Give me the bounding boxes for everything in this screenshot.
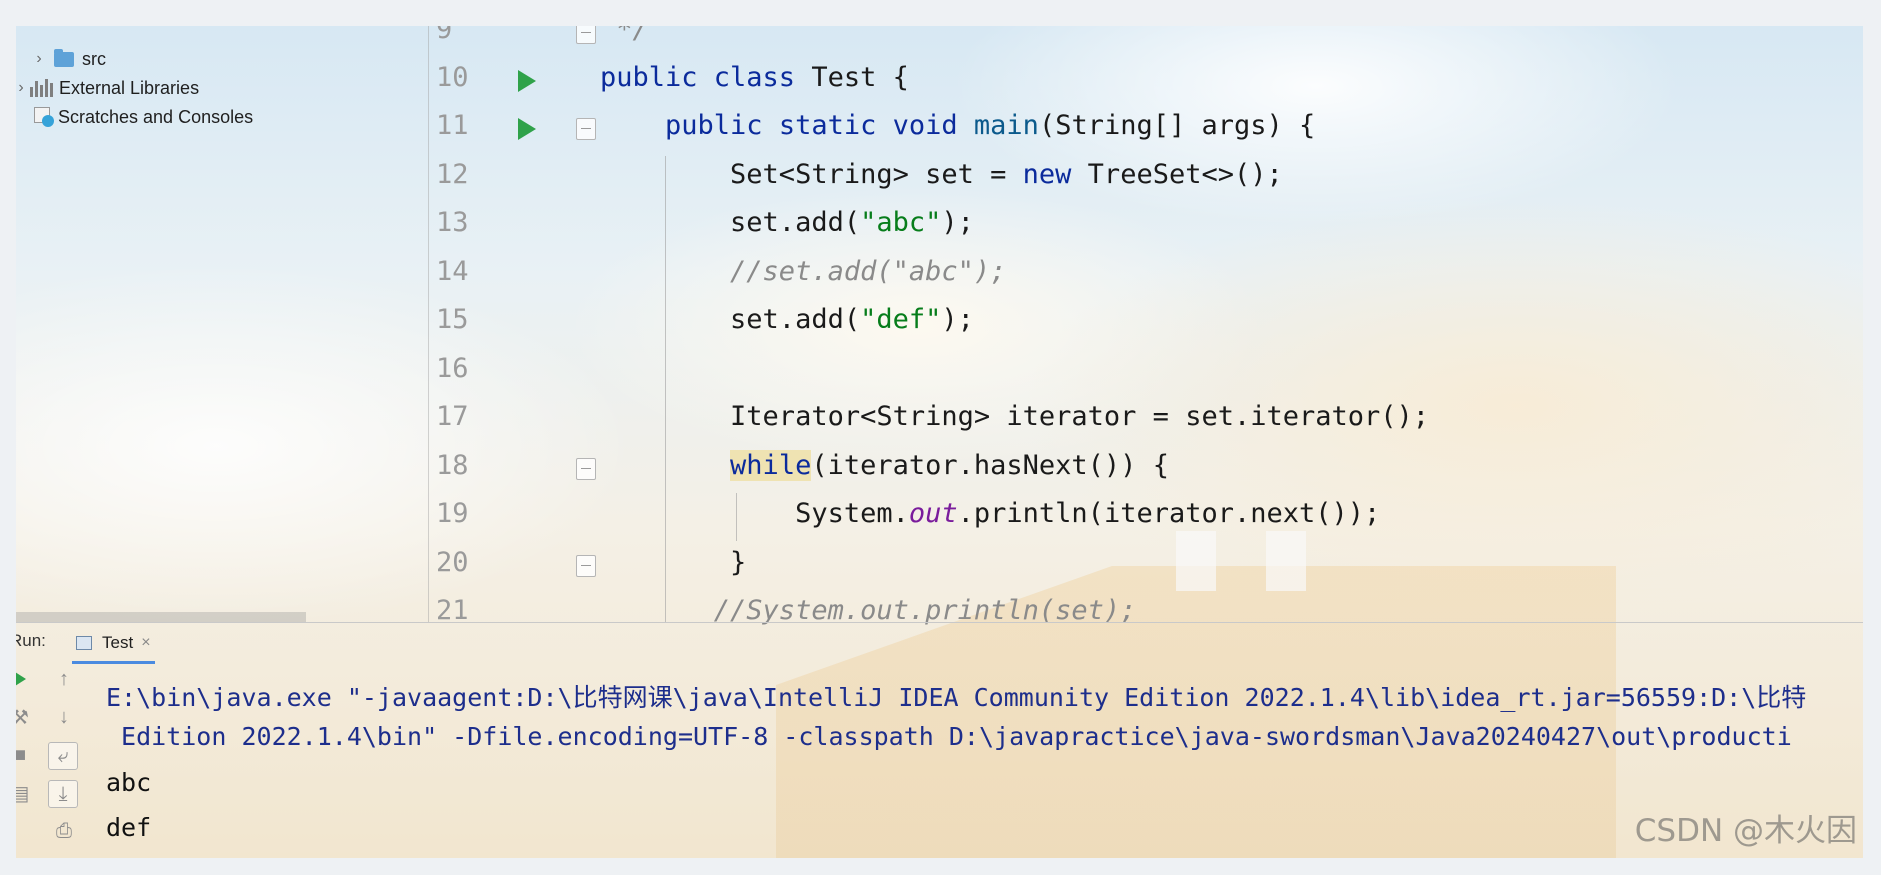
code-text: set.add("def"); <box>600 304 974 335</box>
code-line: 16 <box>428 347 1863 395</box>
line-number: 17 <box>436 401 469 432</box>
print-icon[interactable]: ⎙ <box>50 818 78 844</box>
rerun-button[interactable] <box>16 666 34 692</box>
code-line: 13 set.add("abc"); <box>428 201 1863 249</box>
tree-item-src[interactable]: › src <box>32 46 106 72</box>
console-tab-icon <box>76 636 92 650</box>
tree-horizontal-scrollbar[interactable] <box>16 612 306 622</box>
line-number: 13 <box>436 207 469 238</box>
code-text: } <box>600 547 747 578</box>
line-number: 9 <box>436 26 453 45</box>
line-number: 10 <box>436 62 469 93</box>
line-number: 12 <box>436 159 469 190</box>
tree-item-label: Scratches and Consoles <box>58 106 254 127</box>
tree-item-external-libraries[interactable]: › External Libraries <box>16 75 199 101</box>
code-editor[interactable]: 9 */ 10 public class Test { 11 public st… <box>428 26 1863 626</box>
line-number: 20 <box>436 547 469 578</box>
scratches-icon <box>34 107 56 127</box>
close-icon[interactable]: × <box>141 634 150 652</box>
chevron-right-icon[interactable]: › <box>32 50 46 68</box>
arrow-up-icon[interactable]: ↑ <box>50 666 78 692</box>
line-number: 19 <box>436 498 469 529</box>
line-number: 14 <box>436 256 469 287</box>
fold-icon[interactable] <box>576 555 596 577</box>
console-line: Edition 2022.1.4\bin" -Dfile.encoding=UT… <box>106 722 1792 751</box>
code-text: set.add("abc"); <box>600 207 974 238</box>
ide-window: › src › External Libraries Scratches and… <box>16 26 1863 858</box>
code-text: System.out.println(iterator.next()); <box>600 498 1381 529</box>
console-line: abc <box>106 768 152 797</box>
fold-icon[interactable] <box>576 118 596 140</box>
run-panel-header: Run: Test × <box>16 622 1863 664</box>
libraries-icon <box>30 79 53 97</box>
layout-icon[interactable]: ▤ <box>16 780 34 806</box>
arrow-down-icon[interactable]: ↓ <box>50 704 78 730</box>
tab-label: Test <box>102 633 134 652</box>
chevron-right-icon[interactable]: › <box>16 79 28 97</box>
run-label: Run: <box>16 631 46 650</box>
run-gutter-icon[interactable] <box>518 70 536 92</box>
code-text: */ <box>600 26 649 45</box>
fold-icon[interactable] <box>576 26 596 44</box>
line-number: 15 <box>436 304 469 335</box>
line-number: 16 <box>436 353 469 384</box>
code-line: 17 Iterator<String> iterator = set.itera… <box>428 395 1863 443</box>
folder-icon <box>54 48 74 67</box>
code-text: Set<String> set = new TreeSet<>(); <box>600 159 1283 190</box>
console-line: def <box>106 813 152 842</box>
stop-icon[interactable]: ■ <box>16 742 34 768</box>
code-line: 20 } <box>428 541 1863 589</box>
play-icon <box>16 672 26 686</box>
status-strip <box>0 858 1881 875</box>
fold-icon[interactable] <box>576 458 596 480</box>
code-text: //set.add("abc"); <box>600 256 1007 287</box>
console-line: E:\bin\java.exe "-javaagent:D:\比特网课\java… <box>106 683 1807 712</box>
code-line: 18 while(iterator.hasNext()) { <box>428 444 1863 492</box>
console-output[interactable]: E:\bin\java.exe "-javaagent:D:\比特网课\java… <box>106 660 1863 858</box>
code-text: Iterator<String> iterator = set.iterator… <box>600 401 1430 432</box>
code-line: 12 Set<String> set = new TreeSet<>(); <box>428 153 1863 201</box>
tree-item-label: External Libraries <box>59 77 200 98</box>
tree-item-scratches[interactable]: Scratches and Consoles <box>34 104 253 130</box>
code-text: public class Test { <box>600 62 909 93</box>
line-number: 18 <box>436 450 469 481</box>
scroll-to-end-icon[interactable]: ⤓ <box>48 780 78 808</box>
tab-test[interactable]: Test × <box>72 625 155 664</box>
code-line: 14 //set.add("abc"); <box>428 250 1863 298</box>
code-line: 9 */ <box>428 26 1863 56</box>
code-line: 19 System.out.println(iterator.next()); <box>428 492 1863 540</box>
run-toolbar: ↑ ⚒ ↓ ■ ⤶ ▤ ⤓ ⎙ <box>16 660 88 858</box>
code-text: public static void main(String[] args) { <box>665 110 1316 141</box>
tree-item-label: src <box>82 48 106 69</box>
line-number: 11 <box>436 110 469 141</box>
code-text: while(iterator.hasNext()) { <box>730 450 1169 481</box>
project-tree: › src › External Libraries Scratches and… <box>16 26 428 622</box>
soft-wrap-icon[interactable]: ⤶ <box>48 742 78 770</box>
run-gutter-icon[interactable] <box>518 118 536 140</box>
code-line: 15 set.add("def"); <box>428 298 1863 346</box>
wrench-icon[interactable]: ⚒ <box>16 704 34 730</box>
code-line: 10 public class Test { <box>428 56 1863 104</box>
code-line: 11 public static void main(String[] args… <box>428 104 1863 152</box>
watermark: CSDN @木火因 <box>1634 813 1857 849</box>
